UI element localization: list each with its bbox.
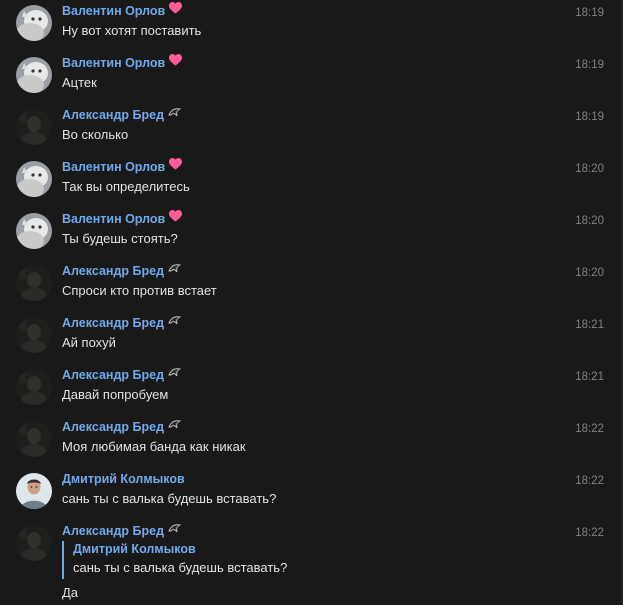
message: Валентин Орлов 18:20 Ты будешь стоять? [0,208,623,260]
message: Александр Бред 18:22 Дмитрий Колмыков са… [0,520,623,605]
bird-icon [168,314,182,330]
message: Александр Бред 18:21 Ай похуй [0,312,623,364]
bird-icon [168,418,182,434]
message: Валентин Орлов 18:20 Так вы определитесь [0,156,623,208]
author-name[interactable]: Александр Бред [62,262,182,279]
cat-avatar[interactable] [16,57,52,93]
author-name[interactable]: Александр Бред [62,314,182,331]
message-time: 18:20 [575,267,604,279]
author-name[interactable]: Александр Бред [62,106,182,123]
dark-avatar[interactable] [16,525,52,561]
reply-text: сань ты с валька будешь вставать? [73,560,288,575]
cat-avatar[interactable] [16,161,52,197]
dark-avatar[interactable] [16,317,52,353]
heart-icon [169,54,183,70]
author-name[interactable]: Валентин Орлов [62,210,183,227]
dark-avatar[interactable] [16,109,52,145]
message-text: Ты будешь стоять? [62,231,178,246]
heart-icon [169,2,183,18]
message-time: 18:19 [575,111,604,123]
bird-icon [168,522,182,538]
message-time: 18:22 [575,527,604,539]
message: Александр Бред 18:19 Во сколько [0,104,623,156]
message-text: Ай похуй [62,335,116,350]
message-text: сань ты с валька будешь вставать? [62,491,277,506]
author-name[interactable]: Валентин Орлов [62,54,183,71]
author-name[interactable]: Александр Бред [62,366,182,383]
bird-icon [168,106,182,122]
message-text: Спроси кто против встает [62,283,217,298]
message-text: Во сколько [62,127,129,142]
author-name[interactable]: Валентин Орлов [62,2,183,19]
message-time: 18:20 [575,163,604,175]
heart-icon [169,210,183,226]
message-time: 18:22 [575,423,604,435]
message-time: 18:19 [575,59,604,71]
message-time: 18:19 [575,7,604,19]
message-text: Так вы определитесь [62,179,190,194]
message: Валентин Орлов 18:19 Ацтек [0,52,623,104]
message-text: Да [62,585,79,600]
message-time: 18:22 [575,475,604,487]
message-text: Давай попробуем [62,387,169,402]
cat-avatar[interactable] [16,213,52,249]
reply-quote[interactable]: Дмитрий Колмыков сань ты с валька будешь… [62,541,287,579]
dark-avatar[interactable] [16,265,52,301]
heart-icon [169,158,183,174]
message: Александр Бред 18:20 Спроси кто против в… [0,260,623,312]
author-name[interactable]: Валентин Орлов [62,158,183,175]
chat-history: Валентин Орлов 18:19 Ну вот хотят постав… [0,0,623,605]
message-time: 18:21 [575,319,604,331]
message: Дмитрий Колмыков 18:22 сань ты с валька … [0,468,623,520]
message: Александр Бред 18:21 Давай попробуем [0,364,623,416]
dark-avatar[interactable] [16,369,52,405]
message-time: 18:20 [575,215,604,227]
author-name[interactable]: Александр Бред [62,522,182,539]
message-text: Моя любимая банда как никак [62,439,246,454]
message-time: 18:21 [575,371,604,383]
message: Валентин Орлов 18:19 Ну вот хотят постав… [0,0,623,52]
bird-icon [168,366,182,382]
person-avatar[interactable] [16,473,52,509]
dark-avatar[interactable] [16,421,52,457]
author-name[interactable]: Дмитрий Колмыков [62,472,185,487]
message: Александр Бред 18:22 Моя любимая банда к… [0,416,623,468]
cat-avatar[interactable] [16,5,52,41]
author-name[interactable]: Александр Бред [62,418,182,435]
message-text: Ну вот хотят поставить [62,23,202,38]
reply-author: Дмитрий Колмыков [73,542,196,556]
message-text: Ацтек [62,75,97,90]
bird-icon [168,262,182,278]
